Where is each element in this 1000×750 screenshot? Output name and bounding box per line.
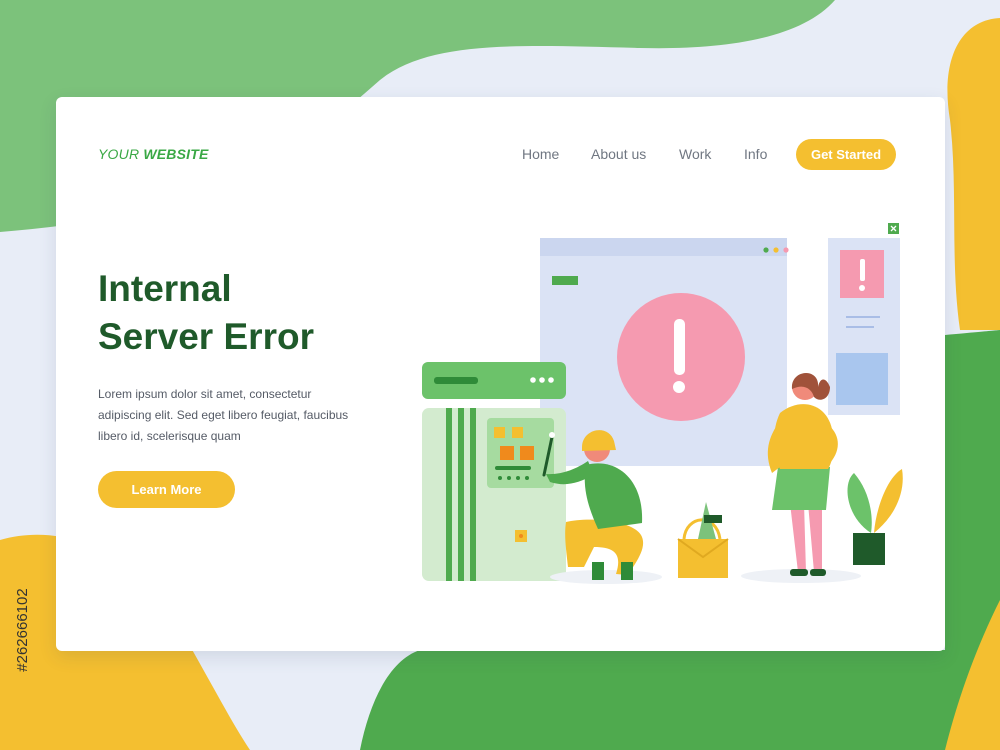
side-code-vertical: #262666102 <box>14 588 31 671</box>
woman-skirt <box>772 467 830 510</box>
site-logo[interactable]: YOUR WEBSITE <box>98 146 209 162</box>
logo-prefix: YOUR <box>98 146 144 162</box>
plant-pot <box>853 533 885 565</box>
woman-torso <box>774 404 834 469</box>
side-panel-block <box>836 353 888 405</box>
nav-work[interactable]: Work <box>679 146 711 162</box>
close-icon <box>888 223 899 234</box>
nav-home[interactable]: Home <box>522 146 559 162</box>
server-error-illustration <box>422 223 903 584</box>
get-started-button[interactable]: Get Started <box>796 139 896 170</box>
nav-about-us[interactable]: About us <box>591 146 646 162</box>
page-title-line-1: Internal <box>98 268 232 309</box>
browser-green-tag <box>552 276 578 285</box>
hero-description: Lorem ipsum dolor sit amet, consectetur … <box>98 387 349 443</box>
landing-page-card: YOUR WEBSITE Home About us Work Info Get… <box>56 97 945 651</box>
page-title: Internal Server Error <box>98 265 314 361</box>
window-dots-icon <box>763 247 789 253</box>
plant-leaf-2 <box>874 469 903 533</box>
learn-more-button[interactable]: Learn More <box>98 471 235 508</box>
nav-info[interactable]: Info <box>744 146 767 162</box>
page-title-line-2: Server Error <box>98 316 314 357</box>
technician-body <box>584 463 643 529</box>
browser-titlebar <box>540 238 787 256</box>
side-code-text: #262666102 <box>14 588 31 671</box>
logo-bold: WEBSITE <box>143 146 209 162</box>
woman-legs <box>790 503 822 572</box>
plant-leaf-1 <box>847 473 872 533</box>
